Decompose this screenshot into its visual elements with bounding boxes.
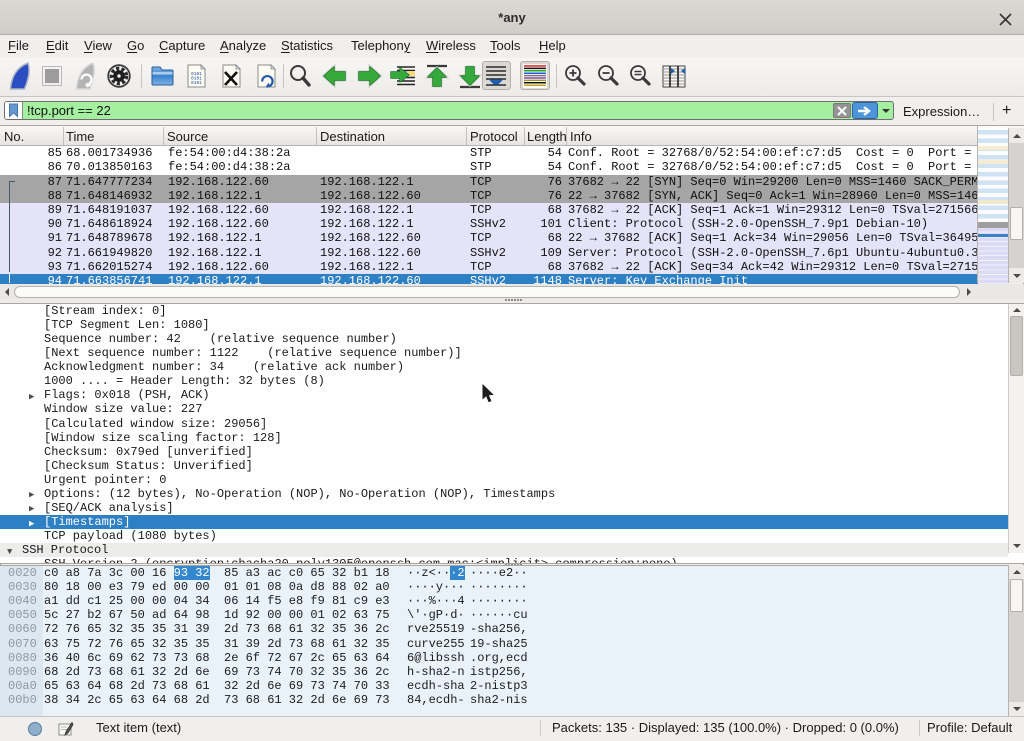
svg-text:0101: 0101 [191,80,202,86]
